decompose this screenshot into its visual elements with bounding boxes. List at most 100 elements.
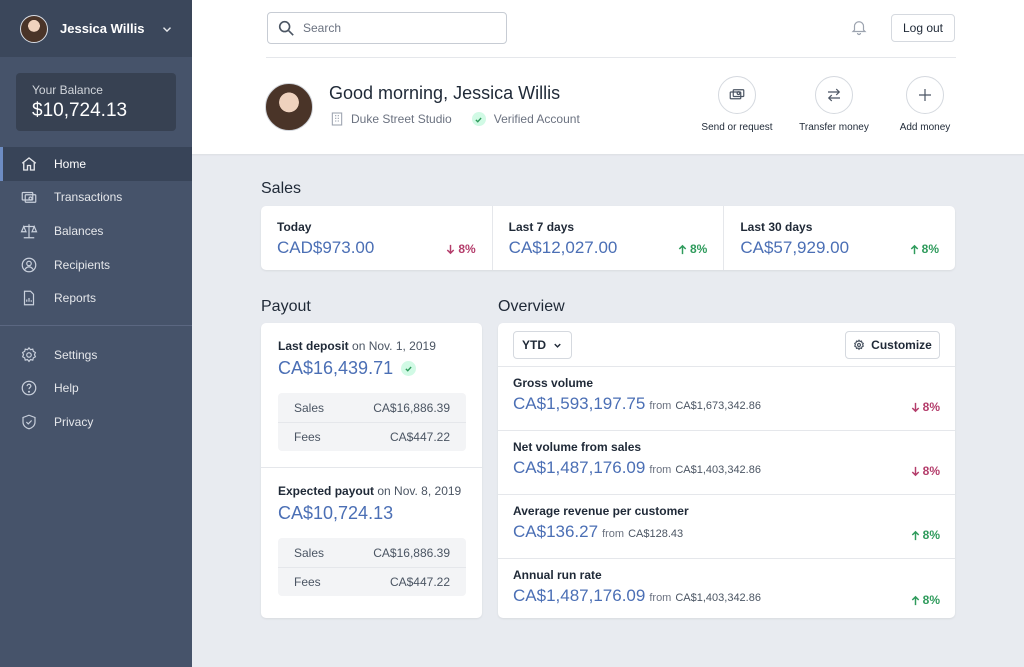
action-label: Send or request: [701, 122, 773, 133]
sales-7-days: Last 7 days CA$12,027.00 8%: [493, 206, 725, 270]
trend-value: 8%: [690, 242, 708, 256]
payout-date: on Nov. 1, 2019: [352, 339, 436, 353]
sidebar-item-label: Recipients: [54, 257, 111, 272]
balance-label: Your Balance: [32, 83, 103, 97]
search-box[interactable]: [267, 12, 507, 44]
payout-title: Payout: [261, 298, 311, 315]
period-value: YTD: [522, 338, 546, 352]
sidebar-item-label: Settings: [54, 347, 98, 362]
metric-values: CA$136.27 from CA$128.43: [513, 522, 940, 542]
sidebar-item-label: Balances: [54, 223, 104, 238]
payout-breakdown: Sales CA$16,886.39 Fees CA$447.22: [278, 393, 466, 451]
transfer-money-button[interactable]: Transfer money: [789, 76, 879, 133]
sales-label: Last 7 days: [508, 220, 575, 234]
period-select[interactable]: YTD: [513, 331, 572, 359]
breakdown-label: Sales: [294, 545, 325, 560]
trend-value: 8%: [921, 242, 940, 256]
arrow-up-icon: [910, 244, 918, 254]
header-divider: [266, 57, 956, 58]
metric-values: CA$1,487,176.09 from CA$1,403,342.86: [513, 458, 940, 478]
profile-avatar: [265, 83, 313, 131]
arrow-down-icon: [911, 402, 919, 412]
metric-label: Net volume from sales: [513, 440, 642, 454]
breakdown-value: CA$16,886.39: [373, 400, 450, 415]
search-input[interactable]: [303, 21, 483, 35]
sidebar-item-privacy[interactable]: Privacy: [0, 405, 192, 439]
payout-amount: CA$10,724.13: [278, 503, 394, 523]
payout-head-label: Last deposit: [278, 339, 349, 353]
shield-check-icon: [22, 414, 36, 430]
trend-indicator: 8%: [910, 464, 940, 478]
overview-row-net: Net volume from sales CA$1,487,176.09 fro…: [498, 431, 955, 495]
trend-value: 8%: [922, 593, 940, 607]
check-circle-icon: [471, 112, 486, 126]
payout-heading: Expected payout on Nov. 8, 2019: [278, 484, 466, 498]
chevron-down-icon[interactable]: [160, 22, 174, 36]
breakdown-row: Fees CA$447.22: [278, 422, 466, 451]
transactions-icon: [21, 192, 37, 204]
metric-previous: CA$1,673,342.86: [675, 400, 761, 412]
balance-value: $10,724.13: [32, 100, 128, 121]
payout-date: on Nov. 8, 2019: [377, 484, 462, 498]
metric-values: CA$1,487,176.09 from CA$1,403,342.86: [513, 586, 940, 606]
payout-amount: CA$16,439.71: [278, 358, 394, 378]
overview-row-run-rate: Annual run rate CA$1,487,176.09 from CA$1,…: [498, 559, 955, 623]
customize-button[interactable]: Customize: [845, 331, 940, 359]
add-money-circle: [906, 76, 944, 114]
add-money-button[interactable]: Add money: [880, 76, 970, 133]
page-header: Log out Good morning, Jessica Willis Duk…: [192, 0, 1024, 154]
sidebar-item-home[interactable]: Home: [0, 147, 192, 181]
from-label: from: [649, 592, 672, 604]
sales-label: Today: [277, 220, 312, 234]
trend-indicator: 8%: [445, 242, 476, 256]
scale-icon: [20, 224, 38, 239]
sidebar-item-settings[interactable]: Settings: [0, 338, 192, 372]
logout-button[interactable]: Log out: [891, 14, 955, 42]
bell-icon[interactable]: [850, 18, 868, 36]
from-label: from: [602, 528, 625, 540]
breakdown-row: Sales CA$16,886.39: [278, 538, 466, 567]
office-building-icon: [331, 112, 343, 126]
sales-30-days: Last 30 days CA$57,929.00 8%: [724, 206, 955, 270]
breakdown-row: Fees CA$447.22: [278, 567, 466, 596]
trend-value: 8%: [922, 400, 940, 414]
sidebar-item-transactions[interactable]: Transactions: [0, 181, 192, 215]
sidebar-item-recipients[interactable]: Recipients: [0, 248, 192, 282]
greeting: Good morning, Jessica Willis: [329, 83, 561, 103]
last-deposit: Last deposit on Nov. 1, 2019 CA$16,439.7…: [261, 323, 482, 451]
metric-previous: CA$1,403,342.86: [675, 464, 761, 476]
metric-label: Gross volume: [513, 376, 594, 390]
payout-amount-row: CA$16,439.71: [278, 358, 466, 379]
sidebar-item-help[interactable]: Help: [0, 372, 192, 406]
trend-value: 8%: [922, 464, 940, 478]
send-request-button[interactable]: Send or request: [692, 76, 782, 133]
breakdown-label: Fees: [294, 575, 321, 589]
breakdown-row: Sales CA$16,886.39: [278, 393, 466, 422]
customize-label: Customize: [871, 338, 932, 352]
plus-icon: [919, 89, 931, 101]
check-circle-icon: [401, 361, 417, 376]
user-menu[interactable]: Jessica Willis: [0, 0, 192, 57]
sidebar-item-reports[interactable]: Reports: [0, 281, 192, 315]
metric-value: CA$1,487,176.09: [513, 458, 646, 477]
user-circle-icon: [21, 257, 37, 272]
trend-value: 8%: [458, 242, 476, 256]
sales-card: Today CAD$973.00 8% Last 7 days CA$12,02…: [261, 206, 955, 270]
chevron-down-icon: [554, 343, 561, 348]
switch-horizontal-icon: [827, 88, 841, 102]
arrow-up-icon: [911, 595, 919, 605]
metric-previous: CA$1,403,342.86: [675, 592, 761, 604]
overview-row-gross: Gross volume CA$1,593,197.75 from CA$1,673…: [498, 367, 955, 431]
sidebar-item-label: Privacy: [54, 414, 94, 429]
breakdown-value: CA$447.22: [389, 430, 450, 444]
verified-label: Verified Account: [493, 112, 580, 126]
overview-row-arpc: Average revenue per customer CA$136.27 fr…: [498, 495, 955, 559]
metric-value: CA$136.27: [513, 522, 599, 541]
profile-meta: Duke Street Studio Verified Account: [329, 111, 580, 127]
sidebar-item-balances[interactable]: Balances: [0, 214, 192, 248]
sidebar-item-label: Home: [54, 156, 87, 171]
breakdown-value: CA$447.22: [389, 575, 450, 589]
sidebar-item-label: Reports: [54, 291, 97, 306]
payout-amount-row: CA$10,724.13: [278, 503, 466, 524]
send-request-circle: [718, 76, 756, 114]
